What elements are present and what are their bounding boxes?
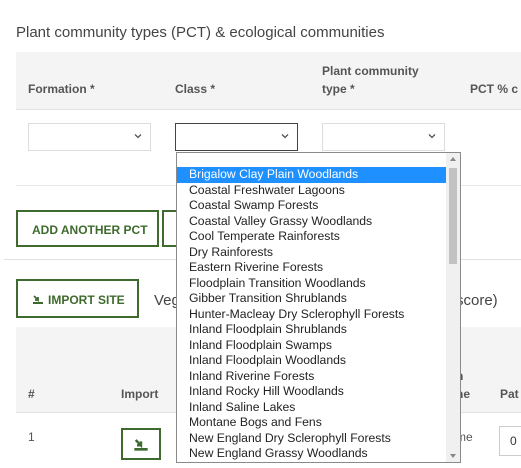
column-hash: # [28,387,35,401]
dropdown-option[interactable]: Montane Bogs and Fens [177,415,446,431]
class-dropdown-list[interactable]: Brigalow Clay Plain Woodlands Coastal Fre… [176,152,461,463]
dropdown-option[interactable]: Eastern Riverine Forests [177,260,446,276]
pct-select[interactable] [322,123,445,151]
row-value-input[interactable]: 0 [499,426,521,456]
dropdown-option[interactable]: Dry Rainforests [177,245,446,261]
column-pat: Pat [500,387,519,401]
column-pct-line2: type * [322,82,355,96]
column-class: Class * [175,82,216,96]
import-icon [134,439,148,451]
dropdown-option[interactable]: Cool Temperate Rainforests [177,229,446,245]
row-import-button[interactable] [121,428,161,460]
dropdown-option[interactable]: Inland Floodplain Woodlands [177,353,446,369]
column-pct-percent: PCT % c [470,82,519,96]
dropdown-option[interactable]: Inland Floodplain Shrublands [177,322,446,338]
dropdown-option[interactable]: New England Grassy Woodlands [177,446,446,462]
scroll-up-arrow-icon[interactable] [450,157,456,161]
chevron-down-icon [428,134,436,139]
dropdown-option[interactable]: Brigalow Clay Plain Woodlands [177,167,446,183]
import-site-label: IMPORT SITE [48,293,125,307]
scrollbar-thumb[interactable] [449,168,457,264]
dropdown-option[interactable]: Inland Riverine Forests [177,369,446,385]
dropdown-option[interactable]: Inland Rocky Hill Woodlands [177,384,446,400]
dropdown-option[interactable]: Coastal Freshwater Lagoons [177,183,446,199]
import-site-button[interactable]: IMPORT SITE [16,279,139,318]
dropdown-option[interactable]: Gibber Transition Shrublands [177,291,446,307]
dropdown-option[interactable]: Coastal Swamp Forests [177,198,446,214]
scroll-down-arrow-icon[interactable] [450,454,456,458]
dropdown-scrollbar[interactable] [446,153,460,462]
column-pct-line1: Plant community [322,64,419,78]
pct-table-header: Formation * Class * Plant community type… [16,52,521,110]
column-import: Import [121,387,159,401]
dropdown-option[interactable]: Hunter-Macleay Dry Sclerophyll Forests [177,307,446,323]
dropdown-option[interactable]: Floodplain Transition Woodlands [177,276,446,292]
column-formation: Formation * [28,82,95,96]
class-select[interactable] [175,123,298,151]
import-icon [33,295,43,304]
chevron-down-icon [134,134,142,139]
dropdown-option[interactable]: Inland Floodplain Swamps [177,338,446,354]
section-title: Plant community types (PCT) & ecological… [16,24,385,41]
row-number: 1 [28,430,35,444]
chevron-down-icon [281,134,289,139]
dropdown-options: Brigalow Clay Plain Woodlands Coastal Fre… [177,167,446,462]
add-another-pct-button[interactable]: ADD ANOTHER PCT [16,210,159,247]
dropdown-option[interactable]: Coastal Valley Grassy Woodlands [177,214,446,230]
dropdown-option[interactable]: New England Dry Sclerophyll Forests [177,431,446,447]
score-heading-partial: score) [456,292,498,309]
dropdown-option[interactable]: Inland Saline Lakes [177,400,446,416]
formation-select[interactable] [28,123,151,151]
